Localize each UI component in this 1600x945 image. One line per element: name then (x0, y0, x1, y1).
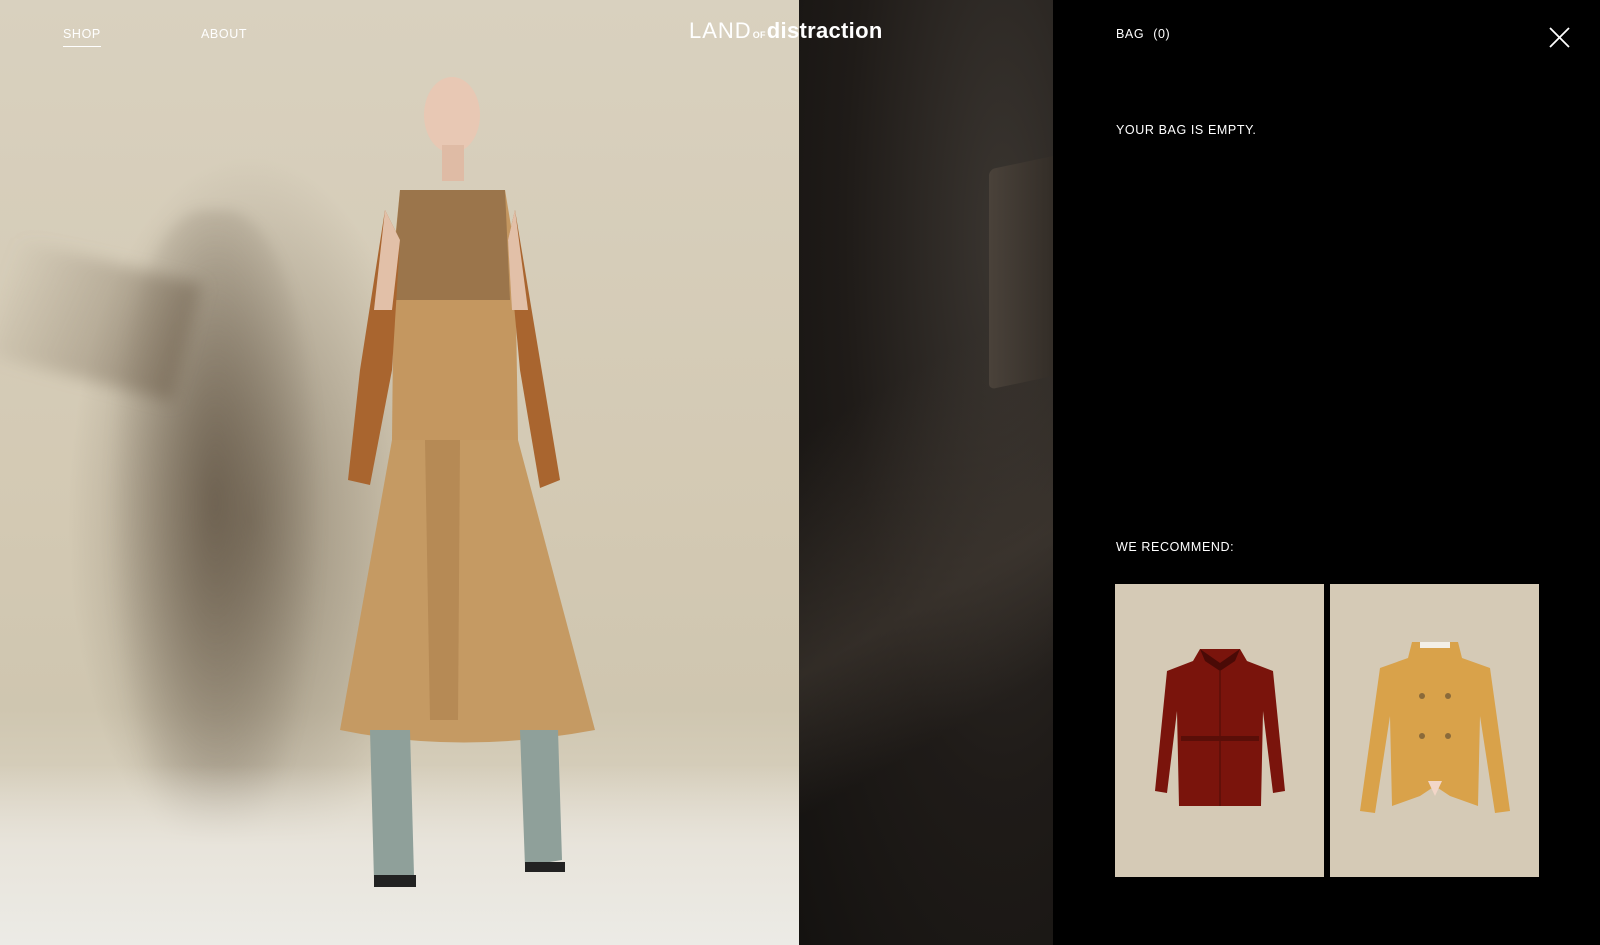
recommendation-card-camel-jacket[interactable] (1330, 584, 1539, 877)
bag-header: BAG (0) (1116, 27, 1170, 41)
logo-land-text: LAND (689, 18, 752, 43)
recommend-title: WE RECOMMEND: (1116, 540, 1235, 554)
logo-of-text: OF (752, 30, 766, 40)
close-button[interactable] (1549, 27, 1570, 48)
bag-title: BAG (1116, 27, 1145, 41)
hero-image-dark[interactable] (799, 0, 1053, 945)
bag-empty-message: YOUR BAG IS EMPTY. (1116, 123, 1257, 137)
camel-double-breasted-jacket-image (1359, 641, 1510, 813)
nav-shop-link[interactable]: SHOP (63, 27, 101, 47)
hero-image-model[interactable] (0, 0, 799, 945)
recommendation-card-burgundy-jacket[interactable] (1115, 584, 1324, 877)
dark-sculpture-shape (989, 150, 1053, 390)
bag-panel: BAG (0) YOUR BAG IS EMPTY. WE RECOMMEND: (1053, 0, 1600, 945)
page: SHOP ABOUT LANDOFdistraction BAG (0) YOUR… (0, 0, 1600, 945)
recommendation-grid (1115, 584, 1539, 877)
brand-logo[interactable]: LANDOFdistraction (689, 20, 883, 42)
nav-about-link[interactable]: ABOUT (201, 27, 247, 41)
model-figure (340, 77, 595, 887)
logo-distraction-text: distraction (766, 18, 883, 43)
close-icon (1549, 27, 1570, 48)
burgundy-shirt-jacket-image (1154, 648, 1285, 806)
bag-count: (0) (1153, 27, 1171, 41)
